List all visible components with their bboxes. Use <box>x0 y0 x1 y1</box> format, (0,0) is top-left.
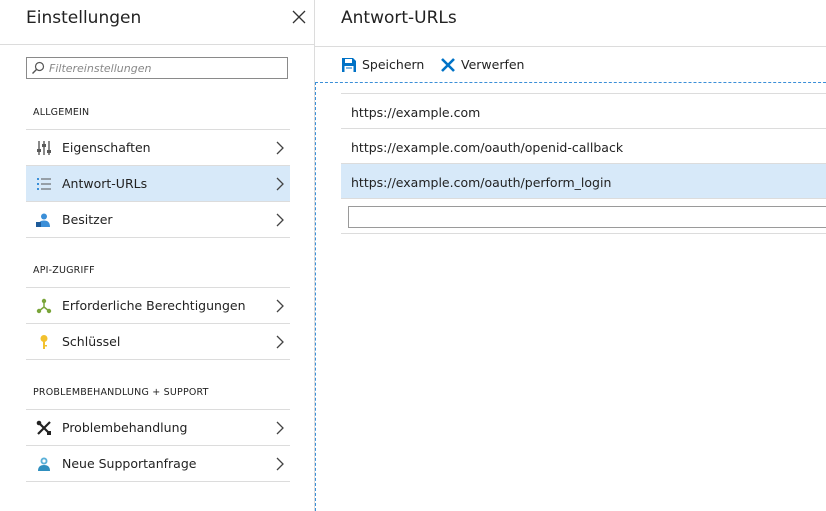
menu-item-properties[interactable]: Eigenschaften <box>26 129 290 165</box>
support-icon <box>38 457 50 471</box>
menu-item-label: Schlüssel <box>62 334 121 349</box>
settings-title: Einstellungen <box>26 8 142 28</box>
permissions-icon <box>36 298 52 314</box>
key-icon <box>40 335 48 349</box>
owner-icon <box>36 213 50 227</box>
menu-general: Eigenschaften Antwort-URLs Besitzer <box>26 129 290 238</box>
tools-icon <box>36 420 51 435</box>
chevron-right-icon <box>276 299 284 313</box>
reply-urls-title: Antwort-URLs <box>341 8 457 28</box>
section-label-general: ALLGEMEIN <box>33 107 90 118</box>
reply-url-row-selected[interactable]: https://example.com/oauth/perform_login <box>341 163 826 198</box>
menu-item-label: Erforderliche Berechtigungen <box>62 298 246 313</box>
menu-item-keys[interactable]: Schlüssel <box>26 323 290 360</box>
menu-item-label: Besitzer <box>62 212 113 227</box>
chevron-right-icon <box>276 335 284 349</box>
menu-item-reply-urls[interactable]: Antwort-URLs <box>26 165 290 201</box>
menu-item-troubleshooting[interactable]: Problembehandlung <box>26 409 290 445</box>
menu-item-label: Problembehandlung <box>62 420 188 435</box>
menu-item-required-permissions[interactable]: Erforderliche Berechtigungen <box>26 287 290 323</box>
properties-icon <box>37 141 51 155</box>
save-button[interactable]: Speichern <box>341 56 425 74</box>
menu-api-access: Erforderliche Berechtigungen Schlüssel <box>26 287 290 360</box>
blade-focus-border <box>315 82 316 511</box>
chevron-right-icon <box>276 177 284 191</box>
reply-urls-header: Antwort-URLs <box>315 0 826 47</box>
chevron-right-icon <box>276 421 284 435</box>
menu-troubleshooting: Problembehandlung Neue Supportanfrage <box>26 409 290 482</box>
toolbar: Speichern Verwerfen <box>315 46 826 83</box>
filter-input[interactable] <box>49 58 285 78</box>
menu-item-label: Antwort-URLs <box>62 176 148 191</box>
reply-url-value: https://example.com <box>351 105 481 120</box>
list-icon <box>37 178 51 190</box>
section-label-api-access: API-ZUGRIFF <box>33 265 95 276</box>
search-icon <box>32 61 45 74</box>
reply-url-row[interactable]: https://example.com <box>341 93 826 128</box>
chevron-right-icon <box>276 213 284 227</box>
reply-url-row[interactable]: https://example.com/oauth/openid-callbac… <box>341 128 826 163</box>
settings-header: Einstellungen <box>0 0 314 45</box>
new-reply-url-input[interactable] <box>348 206 826 228</box>
new-reply-url-row <box>341 198 826 234</box>
save-label: Speichern <box>362 57 425 72</box>
discard-label: Verwerfen <box>461 57 525 72</box>
menu-item-new-support-request[interactable]: Neue Supportanfrage <box>26 445 290 482</box>
menu-item-label: Neue Supportanfrage <box>62 456 197 471</box>
reply-urls-blade: Antwort-URLs Speichern Verwerfen https:/… <box>315 0 826 511</box>
close-icon[interactable] <box>290 8 308 26</box>
chevron-right-icon <box>276 457 284 471</box>
section-label-troubleshooting: PROBLEMBEHANDLUNG + SUPPORT <box>33 387 209 398</box>
reply-url-value: https://example.com/oauth/openid-callbac… <box>351 140 624 155</box>
settings-blade: Einstellungen ALLGEMEIN Eigenschaften <box>0 0 315 511</box>
reply-url-list: https://example.com https://example.com/… <box>341 93 826 234</box>
chevron-right-icon <box>276 141 284 155</box>
menu-item-owners[interactable]: Besitzer <box>26 201 290 238</box>
menu-item-label: Eigenschaften <box>62 140 151 155</box>
filter-box[interactable] <box>26 57 288 79</box>
reply-url-value: https://example.com/oauth/perform_login <box>351 175 612 190</box>
discard-icon <box>441 58 455 72</box>
discard-button[interactable]: Verwerfen <box>440 56 524 74</box>
save-icon <box>342 58 356 72</box>
